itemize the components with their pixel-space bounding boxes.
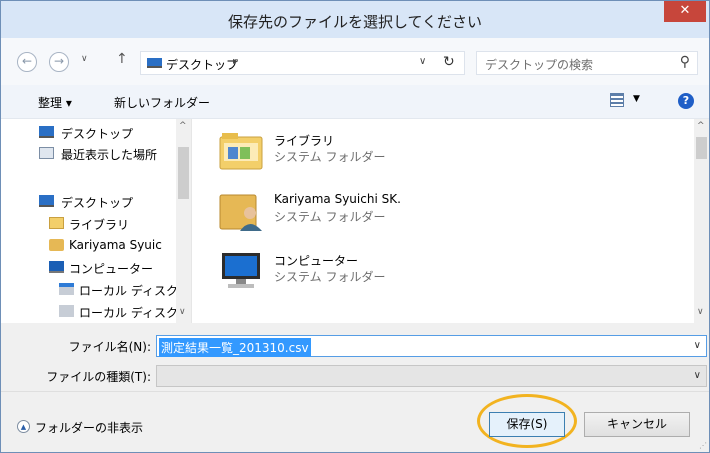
- scroll-thumb[interactable]: [178, 147, 189, 199]
- address-bar[interactable]: デスクトップ ▸ ∨ ↻: [140, 51, 465, 75]
- list-item-libraries[interactable]: ライブラリ システム フォルダー: [214, 123, 514, 179]
- nav-item-label: 最近表示した場所: [61, 148, 158, 162]
- search-placeholder: デスクトップの検索: [485, 58, 594, 72]
- toolbar: 整理 ▾ 新しいフォルダー ▼ ?: [1, 85, 709, 119]
- drive-icon: [59, 283, 74, 295]
- dialog-title: 保存先のファイルを選択してください: [227, 13, 483, 31]
- file-type: システム フォルダー: [274, 150, 386, 164]
- hide-folders-label[interactable]: フォルダーの非表示: [35, 419, 143, 436]
- nav-item-user[interactable]: Kariyama Syuic: [1, 236, 176, 256]
- scroll-up-icon[interactable]: ^: [697, 121, 705, 131]
- file-name: ライブラリ: [274, 134, 335, 148]
- up-icon[interactable]: ↑: [116, 51, 128, 67]
- file-name: Kariyama Syuichi SK.: [274, 192, 401, 206]
- close-button[interactable]: ✕: [664, 1, 706, 22]
- navigation-pane: デスクトップ 最近表示した場所 デスクトップ ライブラリ Kariyama Sy…: [1, 119, 191, 323]
- scroll-up-icon[interactable]: ^: [179, 121, 187, 131]
- address-location[interactable]: デスクトップ: [166, 56, 238, 73]
- library-icon: [49, 217, 64, 229]
- nav-item-label: Kariyama Syuic: [69, 238, 162, 252]
- nav-item-local-disk-2[interactable]: ローカル ディスク: [1, 302, 176, 322]
- library-folder-icon: [218, 129, 264, 171]
- address-dropdown-icon[interactable]: ∨: [419, 56, 426, 67]
- filename-input[interactable]: 測定結果一覧_201310.csv ∨: [156, 335, 707, 357]
- desktop-icon: [147, 58, 162, 68]
- back-icon[interactable]: ←: [17, 52, 37, 72]
- view-options-icon[interactable]: [610, 93, 624, 107]
- address-row: ← → ∨ ↑ デスクトップ ▸ ∨ ↻ デスクトップの検索 ⚲: [1, 38, 709, 85]
- computer-icon: [49, 261, 64, 273]
- search-input[interactable]: デスクトップの検索 ⚲: [476, 51, 698, 75]
- nav-item-computer[interactable]: コンピューター: [1, 258, 176, 278]
- resize-grip-icon[interactable]: ⋰: [699, 441, 707, 450]
- refresh-icon[interactable]: ↻: [443, 54, 455, 70]
- recent-places-icon: [39, 147, 54, 159]
- breadcrumb-chevron-icon[interactable]: ▸: [233, 56, 238, 67]
- scroll-thumb[interactable]: [696, 137, 707, 159]
- button-bar: ▲ フォルダーの非表示 保存(S) キャンセル ⋰: [1, 391, 709, 452]
- title-bar: 保存先のファイルを選択してください ✕: [1, 1, 709, 38]
- nav-item-label: デスクトップ: [61, 196, 134, 210]
- computer-icon: [218, 249, 264, 291]
- file-list: ライブラリ システム フォルダー Kariyama Syuichi SK. シス…: [191, 119, 709, 323]
- help-icon[interactable]: ?: [678, 93, 694, 109]
- new-folder-button[interactable]: 新しいフォルダー: [114, 94, 210, 111]
- nav-item-label: コンピューター: [69, 262, 154, 276]
- filename-dropdown-icon[interactable]: ∨: [694, 340, 701, 351]
- organize-button[interactable]: 整理 ▾: [38, 94, 72, 111]
- nav-item-label: ローカル ディスク: [79, 284, 176, 298]
- filename-value[interactable]: 測定結果一覧_201310.csv: [159, 338, 311, 357]
- filetype-label: ファイルの種類(T):: [46, 370, 151, 384]
- file-type: システム フォルダー: [274, 270, 386, 284]
- nav-item-label: ローカル ディスク: [79, 306, 176, 320]
- forward-icon[interactable]: →: [49, 52, 69, 72]
- user-folder-icon: [49, 239, 64, 251]
- list-item-user[interactable]: Kariyama Syuichi SK. システム フォルダー: [214, 183, 514, 239]
- filetype-dropdown-icon[interactable]: ∨: [694, 370, 701, 381]
- desktop-icon: [39, 126, 54, 138]
- nav-item-local-disk[interactable]: ローカル ディスク: [1, 280, 176, 300]
- list-item-computer[interactable]: コンピューター システム フォルダー: [214, 243, 514, 299]
- file-name: コンピューター: [274, 254, 359, 268]
- nav-item-desktop-fav[interactable]: デスクトップ: [1, 123, 176, 143]
- nav-item-recent-places[interactable]: 最近表示した場所: [1, 144, 176, 164]
- filetype-select[interactable]: ∨: [156, 365, 707, 387]
- recent-dropdown-icon[interactable]: ∨: [81, 54, 88, 64]
- file-scrollbar[interactable]: ^ ∨: [694, 119, 709, 323]
- nav-item-desktop[interactable]: デスクトップ: [1, 192, 176, 212]
- filename-label: ファイル名(N):: [68, 340, 151, 354]
- save-form: ファイル名(N): 測定結果一覧_201310.csv ∨ ファイルの種類(T)…: [1, 323, 709, 391]
- user-folder-icon: [218, 189, 264, 231]
- collapse-icon[interactable]: ▲: [17, 420, 30, 433]
- nav-item-label: デスクトップ: [61, 127, 134, 141]
- drive-icon: [59, 305, 74, 317]
- view-dropdown-icon[interactable]: ▼: [633, 94, 640, 104]
- search-icon[interactable]: ⚲: [680, 54, 690, 70]
- file-type: システム フォルダー: [274, 210, 386, 224]
- scroll-down-icon[interactable]: ∨: [697, 307, 704, 317]
- desktop-icon: [39, 195, 54, 207]
- nav-item-label: ライブラリ: [69, 218, 130, 232]
- scroll-down-icon[interactable]: ∨: [179, 307, 186, 317]
- nav-item-libraries[interactable]: ライブラリ: [1, 214, 176, 234]
- nav-scrollbar[interactable]: ^ ∨: [176, 119, 191, 323]
- save-dialog: 保存先のファイルを選択してください ✕ ← → ∨ ↑ デスクトップ ▸ ∨ ↻…: [0, 0, 710, 453]
- cancel-button[interactable]: キャンセル: [584, 412, 690, 437]
- save-button[interactable]: 保存(S): [489, 412, 565, 437]
